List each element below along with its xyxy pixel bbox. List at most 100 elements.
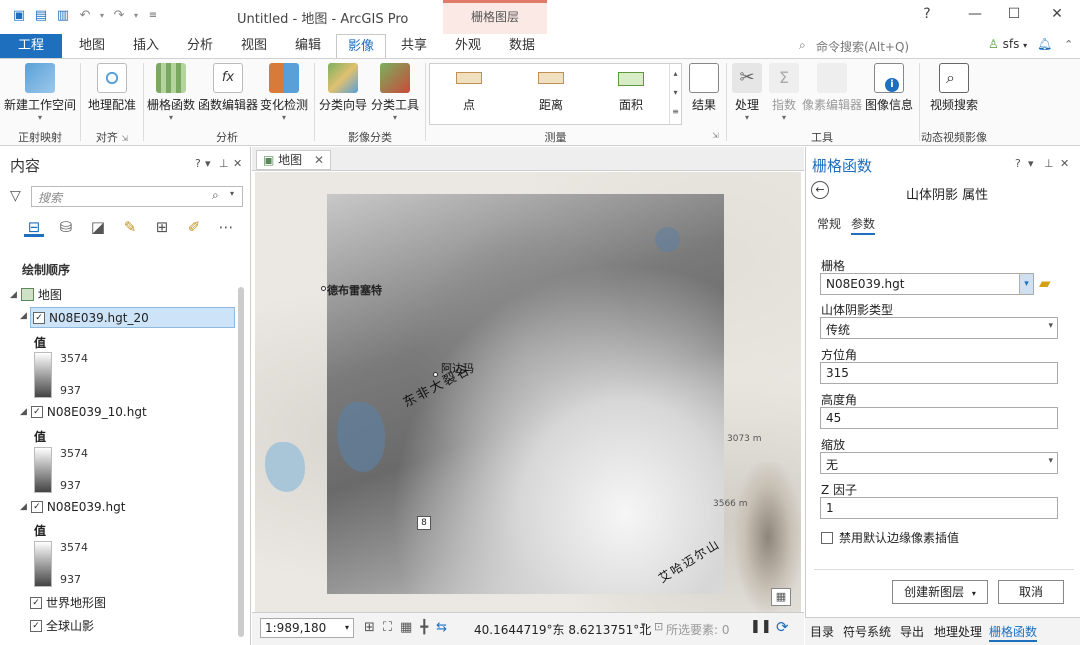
layer-visibility-checkbox[interactable]: ✓ <box>30 501 43 513</box>
tab-appearance[interactable]: 外观 <box>446 34 490 58</box>
disable-edge-interp-option[interactable]: 禁用默认边缘像素插值 <box>821 529 959 546</box>
create-new-layer-button[interactable]: 创建新图层 ▾ <box>892 580 988 604</box>
customize-toolbar-icon[interactable]: ≡ <box>144 8 162 24</box>
tab-geoprocessing[interactable]: 地理处理 <box>934 623 982 640</box>
drawing-order-icon[interactable]: ⊟ <box>24 217 44 237</box>
undo-icon[interactable]: ↶ <box>76 8 94 24</box>
tab-data[interactable]: 数据 <box>500 34 544 58</box>
tab-edit[interactable]: 编辑 <box>286 34 330 58</box>
map-node[interactable]: ◢ 地图 <box>10 286 62 303</box>
layer-item-n08e039-hgt[interactable]: ◢ ✓ N08E039.hgt <box>20 500 125 514</box>
layer-item-world-hillshade[interactable]: ✓ 全球山影 <box>30 617 94 634</box>
pane-dropdown-icon[interactable]: ▾ <box>205 157 211 170</box>
more-options-icon[interactable]: ⋯ <box>216 217 236 237</box>
z-factor-input[interactable]: 1 <box>820 497 1058 519</box>
refresh-icon[interactable]: ⟳ <box>776 618 789 636</box>
cancel-button[interactable]: 取消 <box>998 580 1064 604</box>
contents-scrollbar[interactable] <box>238 287 244 637</box>
azimuth-input[interactable]: 315 <box>820 362 1058 384</box>
new-project-icon[interactable]: ▣ <box>10 8 28 24</box>
measure-point-button[interactable]: 点 <box>446 72 492 113</box>
back-arrow-icon[interactable]: ← <box>811 181 829 199</box>
process-button[interactable]: ✂ 处理 ▾ <box>730 63 764 122</box>
measure-distance-button[interactable]: 距离 <box>528 72 574 113</box>
pause-drawing-icon[interactable]: ❚❚ <box>750 619 772 634</box>
gallery-scroll[interactable]: ▴ ▾ ≡ <box>669 64 681 124</box>
full-extent-icon[interactable]: ⛶ <box>383 620 392 635</box>
pane-dropdown-icon[interactable]: ▾ <box>1028 157 1034 170</box>
close-pane-icon[interactable]: ✕ <box>1060 157 1069 170</box>
maximize-button[interactable]: ☐ <box>1004 6 1024 22</box>
dropdown-arrow-icon[interactable]: ▾ <box>1019 274 1033 294</box>
open-folder-icon[interactable]: ▤ <box>32 8 50 24</box>
tab-map[interactable]: 地图 <box>70 34 114 58</box>
tab-analysis[interactable]: 分析 <box>178 34 222 58</box>
undo-dropdown-icon[interactable]: ▾ <box>98 8 106 24</box>
search-dropdown-icon[interactable]: ▾ <box>230 189 234 198</box>
redo-icon[interactable]: ↷ <box>110 8 128 24</box>
tab-share[interactable]: 共享 <box>392 34 436 58</box>
layer-visibility-checkbox[interactable]: ✓ <box>30 406 43 418</box>
scaling-select[interactable]: 无 ▾ <box>820 452 1058 474</box>
raster-select[interactable]: N08E039.hgt ▾ <box>820 273 1034 295</box>
pane-options-icon[interactable]: ? <box>195 157 201 170</box>
raster-functions-button[interactable]: 栅格函数 ▾ <box>146 63 196 122</box>
results-button[interactable]: 结果 <box>687 63 721 113</box>
save-icon[interactable]: ▥ <box>54 8 72 24</box>
layer-visibility-checkbox[interactable]: ✓ <box>30 619 42 632</box>
video-search-button[interactable]: ⌕ 视频搜索 <box>926 63 982 113</box>
fixed-zoom-icon[interactable]: ⊞ <box>364 620 375 635</box>
hillshade-type-select[interactable]: 传统 ▾ <box>820 317 1058 339</box>
new-workspace-button[interactable]: 新建工作空间 ▾ <box>4 63 76 122</box>
layer-visibility-checkbox[interactable]: ✓ <box>33 311 45 324</box>
altitude-input[interactable]: 45 <box>820 407 1058 429</box>
snapping-icon[interactable]: ⊞ <box>152 217 172 237</box>
layer-visibility-checkbox[interactable]: ✓ <box>30 596 42 609</box>
search-icon[interactable]: ⌕ <box>212 188 219 203</box>
tab-symbology[interactable]: 符号系统 <box>843 623 891 640</box>
grid-icon[interactable]: ▦ <box>400 620 412 635</box>
function-editor-button[interactable]: fx 函数编辑器 <box>198 63 258 113</box>
coordinate-dropdown-icon[interactable]: ▾ <box>641 621 646 631</box>
close-pane-icon[interactable]: ✕ <box>233 157 242 170</box>
command-search-input[interactable]: 命令搜索(Alt+Q) <box>816 38 996 54</box>
user-menu[interactable]: ♙ sfs ▾ 🔔︎ ⌃ <box>988 37 1073 51</box>
notification-icon[interactable]: 🔔︎ <box>1037 37 1052 51</box>
data-source-icon[interactable]: ⛁ <box>56 217 76 237</box>
tab-export[interactable]: 导出 <box>900 623 924 640</box>
map-canvas[interactable]: 德布雷塞特 阿达玛 东非大裂谷 艾哈迈尔山 8 3073 m 3566 m ▦ <box>255 172 801 612</box>
scale-selector[interactable]: 1:989,180 ▾ <box>260 618 354 638</box>
browse-folder-icon[interactable]: ▰ <box>1039 274 1051 292</box>
disable-edge-interp-checkbox[interactable] <box>821 531 833 544</box>
close-map-tab-icon[interactable]: ✕ <box>314 153 324 167</box>
tab-insert[interactable]: 插入 <box>124 34 168 58</box>
layer-item-n08e039-10-hgt[interactable]: ◢ ✓ N08E039_10.hgt <box>20 405 147 419</box>
basemap-toggle-icon[interactable]: ▦ <box>771 588 791 606</box>
rotate-icon[interactable]: ⇆ <box>436 620 447 635</box>
ribbon-collapse-icon[interactable]: ⌃ <box>1064 38 1073 51</box>
tab-catalog[interactable]: 目录 <box>810 623 834 640</box>
redo-dropdown-icon[interactable]: ▾ <box>132 8 140 24</box>
tab-general[interactable]: 常规 <box>817 215 841 232</box>
crosshair-icon[interactable]: ╋ <box>420 620 428 635</box>
pin-icon[interactable]: ⊥ <box>1044 157 1054 170</box>
tab-imagery[interactable]: 影像 <box>336 34 386 58</box>
minimize-button[interactable]: — <box>965 6 985 22</box>
tab-project[interactable]: 工程 <box>0 34 62 58</box>
change-detection-button[interactable]: 变化检测 ▾ <box>260 63 308 122</box>
selection-icon[interactable]: ◪ <box>88 217 108 237</box>
pixel-editor-button[interactable]: 像素编辑器 <box>802 63 862 113</box>
map-view-tab[interactable]: ▣ 地图 ✕ <box>256 150 332 170</box>
indices-button[interactable]: Σ 指数 ▾ <box>768 63 800 122</box>
measure-area-button[interactable]: 面积 <box>608 72 654 113</box>
tab-raster-functions[interactable]: 栅格函数 <box>989 623 1038 642</box>
classify-tools-button[interactable]: 分类工具 ▾ <box>370 63 420 122</box>
collapse-icon[interactable]: ◢ <box>20 407 27 417</box>
layer-item-world-topo[interactable]: ✓ 世界地形图 <box>30 594 106 611</box>
help-button[interactable]: ? <box>917 6 937 22</box>
collapse-icon[interactable]: ◢ <box>20 311 27 321</box>
labeling-icon[interactable]: ✐ <box>184 217 204 237</box>
measure-launcher-icon[interactable]: ⇲ <box>712 131 719 140</box>
pane-help-icon[interactable]: ? <box>1015 157 1021 170</box>
tab-parameters[interactable]: 参数 <box>851 215 876 235</box>
